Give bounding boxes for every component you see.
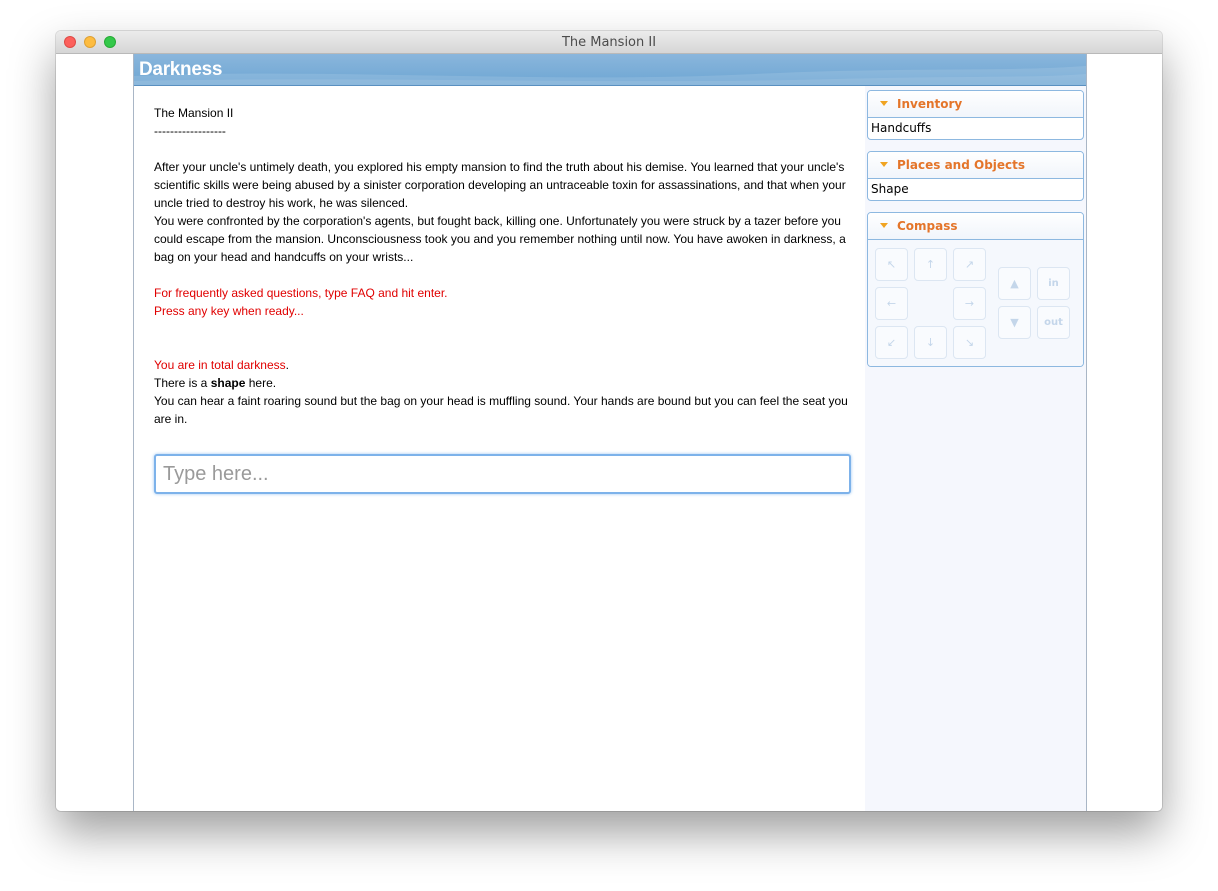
compass-south-button[interactable]: ↓ (914, 326, 947, 359)
compass-east-button[interactable]: → (953, 287, 986, 320)
object-line: There is a shape here. (154, 374, 854, 392)
inventory-title: Inventory (897, 97, 963, 111)
collapse-arrow-icon (880, 223, 888, 228)
press-key-prompt: Press any key when ready... (154, 304, 304, 318)
places-title: Places and Objects (897, 158, 1026, 172)
collapse-arrow-icon (880, 162, 888, 167)
object-link-shape[interactable]: shape (211, 376, 246, 390)
title-bar[interactable]: The Mansion II (56, 31, 1162, 54)
inventory-item[interactable]: Handcuffs (868, 118, 1083, 139)
compass-in-button[interactable]: in (1037, 267, 1070, 300)
compass-northwest-button[interactable]: ↖ (875, 248, 908, 281)
object-suffix: here. (245, 376, 277, 390)
window-content: Darkness The Mansion II ----------------… (56, 54, 1162, 811)
location-banner: Darkness (134, 54, 1086, 86)
compass-out-button[interactable]: out (1037, 306, 1070, 339)
app-window: The Mansion II Darkness The Mansion II -… (56, 31, 1162, 811)
compass-up-button[interactable]: ▲ (998, 267, 1031, 300)
inventory-panel: Inventory Handcuffs (867, 90, 1084, 140)
places-item[interactable]: Shape (868, 179, 1083, 200)
game-output: The Mansion II ------------------ After … (154, 104, 854, 428)
game-header: The Mansion II (154, 106, 234, 120)
compass-north-button[interactable]: ↑ (914, 248, 947, 281)
compass-panel-header[interactable]: Compass (868, 213, 1083, 240)
command-input[interactable] (154, 454, 851, 494)
compass-grid: ↖ ↑ ↗ ← → ↙ ↓ ↘ ▲ in ▼ out (868, 240, 1083, 366)
location-text: You are in total darkness (154, 358, 286, 372)
location-title: Darkness (139, 59, 223, 80)
compass-southeast-button[interactable]: ↘ (953, 326, 986, 359)
intro-paragraph: After your uncle's untimely death, you e… (154, 160, 846, 210)
compass-northeast-button[interactable]: ↗ (953, 248, 986, 281)
places-panel: Places and Objects Shape (867, 151, 1084, 201)
location-period: . (285, 358, 289, 372)
window-title: The Mansion II (561, 35, 657, 50)
faq-hint: For frequently asked questions, type FAQ… (154, 286, 448, 300)
compass-southwest-button[interactable]: ↙ (875, 326, 908, 359)
game-frame: Darkness The Mansion II ----------------… (133, 54, 1087, 811)
compass-panel: Compass ↖ ↑ ↗ ← → ↙ ↓ ↘ ▲ in ▼ out (867, 212, 1084, 367)
places-panel-header[interactable]: Places and Objects (868, 152, 1083, 179)
intro-paragraph: You were confronted by the corporation's… (154, 214, 846, 264)
collapse-arrow-icon (880, 101, 888, 106)
compass-west-button[interactable]: ← (875, 287, 908, 320)
object-prefix: There is a (154, 376, 211, 390)
compass-title: Compass (897, 219, 958, 233)
room-description: You can hear a faint roaring sound but t… (154, 394, 848, 426)
inventory-panel-header[interactable]: Inventory (868, 91, 1083, 118)
sidebar: Inventory Handcuffs Places and Objects S… (865, 86, 1086, 811)
banner-wave-decoration (134, 66, 1086, 85)
header-divider: ------------------ (154, 124, 226, 138)
compass-down-button[interactable]: ▼ (998, 306, 1031, 339)
location-line: You are in total darkness. (154, 356, 854, 374)
